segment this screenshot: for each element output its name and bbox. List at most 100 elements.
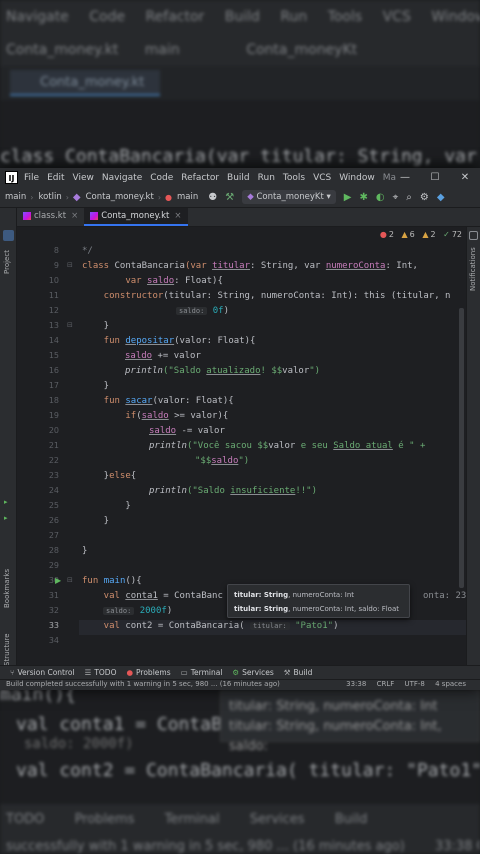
tab-label: class.kt [34,211,67,221]
code-line: if(saldo >= valor){ [82,411,228,421]
debug-icon[interactable]: ✱ [359,192,367,203]
fold-icon[interactable]: ⊟ [67,576,73,584]
profile-icon[interactable]: ⌖ [393,192,399,203]
code-line: */ [82,246,93,256]
caret-position[interactable]: 33:38 [346,680,366,688]
bg-param-popup: titular: String, numeroConta: Int titula… [220,690,480,754]
run-configuration-select[interactable]: ◆ Conta_moneyKt ▾ [242,190,336,204]
tab-conta-money-kt[interactable]: Conta_money.kt × [84,208,188,226]
hammer-icon[interactable]: ⚒ [225,192,234,203]
maximize-icon[interactable]: ☐ [420,168,450,187]
menu-refactor[interactable]: Refactor [181,173,219,183]
weak-warning-count-icon: ▲ [422,230,429,239]
code-token: : String, var [250,261,326,271]
editor-scrollbar[interactable] [459,308,464,588]
line-separator[interactable]: CRLF [377,680,395,688]
param-info-row: titular: String, numeroConta: Int [234,588,403,602]
code-token: é " + [392,441,426,451]
todo-tool[interactable]: ☰ TODO [85,668,117,677]
line-number: 26 [48,516,59,525]
branch-icon: ⑂ [10,668,15,677]
user-icon[interactable]: ⚉ [208,192,217,203]
code-token: "Pato1" [289,621,334,631]
line-number: 17 [48,381,59,390]
version-control-tool[interactable]: ⑂ Version Control [10,668,75,677]
status-message[interactable]: Build completed successfully with 1 warn… [6,680,280,688]
code-token: println [149,441,187,451]
indent-setting[interactable]: 4 spaces [435,680,466,688]
editor-gutter: 8 9 10 11 12 13 14 15 16 17 18 19 20 21 … [17,227,79,665]
code-line: println("Saldo insuficiente!!") [149,486,317,496]
bg-menu-item: Tools [327,9,363,25]
bg-menu-item: Window [431,9,480,25]
line-number: 27 [48,531,59,540]
code-line: saldo -= valor [149,426,225,436]
hammer-icon: ⚒ [283,668,291,677]
menu-run[interactable]: Run [258,173,275,183]
line-number: 20 [48,426,59,435]
code-token: ("Saldo [162,366,207,376]
breadcrumb-function[interactable]: main [177,192,198,202]
project-folder-icon[interactable] [3,230,14,241]
breadcrumb-folder[interactable]: kotlin [38,192,61,202]
project-tool-tab[interactable]: Project [3,250,11,274]
code-line: saldo += valor [125,351,201,361]
bookmarks-tool-tab[interactable]: Bookmarks [3,569,11,608]
menu-window[interactable]: Window [339,173,375,183]
fold-icon[interactable]: ⊟ [67,261,73,269]
notifications-bell-icon[interactable] [469,231,478,240]
fold-icon[interactable]: ⊟ [67,321,73,329]
code-token: 2000f [134,606,167,616]
gear-icon[interactable]: ⚙ [420,192,429,203]
terminal-tool[interactable]: ▭ Terminal [181,668,223,677]
code-token: titular [212,261,250,271]
code-token: ("Saldo [186,486,231,496]
menu-view[interactable]: View [73,173,94,183]
code-line: "$$saldo") [195,456,249,466]
code-line: fun main(){ [82,576,142,586]
code-token: ) [166,606,173,616]
search-icon[interactable]: ⌕ [406,192,412,203]
menu-build[interactable]: Build [227,173,250,183]
code-token: if [82,411,137,421]
menu-edit[interactable]: Edit [47,173,64,183]
code-token: valor [282,366,310,376]
menu-tools[interactable]: Tools [283,173,305,183]
plugin-icon[interactable]: ◆ [437,192,445,203]
tool-label: Problems [136,668,171,677]
run-icon[interactable]: ▶ [344,192,352,203]
services-tool[interactable]: ⚙ Services [232,668,273,677]
breadcrumb-file[interactable]: Conta_money.kt [86,192,154,202]
minimize-icon[interactable]: — [390,168,420,187]
build-tool[interactable]: ⚒ Build [284,668,313,677]
menu-file[interactable]: File [24,173,39,183]
problems-tool[interactable]: ● Problems [126,668,170,677]
bg-status-message: successfully with 1 warning in 5 sec, 98… [6,839,405,854]
file-encoding[interactable]: UTF-8 [404,680,424,688]
run-config-label: Conta_moneyKt [256,192,324,202]
close-tab-icon[interactable]: × [71,211,78,221]
inspection-widget[interactable]: ● 2 ▲ 6 ▲ 2 ✓ 72 [375,230,462,239]
tab-class-kt[interactable]: class.kt × [17,208,84,226]
code-token: numeroConta [325,261,386,271]
menu-navigate[interactable]: Navigate [102,173,142,183]
typo-count-icon: ✓ [443,230,450,239]
structure-tool-tab[interactable]: Structure [3,633,11,666]
menu-vcs[interactable]: VCS [313,173,331,183]
line-number: 16 [48,366,59,375]
code-line: } [82,516,110,526]
close-icon[interactable]: ✕ [450,168,480,187]
code-token: "$$ [195,456,212,466]
tool-window-bar: ⑂ Version Control ☰ TODO ● Problems ▭ Termin… [0,665,480,679]
close-tab-icon[interactable]: × [174,211,181,221]
breadcrumb-project[interactable]: main [5,192,26,202]
notifications-tool-tab[interactable]: Notifications [469,247,477,291]
coverage-icon[interactable]: ◐ [376,192,385,203]
menu-code[interactable]: Code [150,173,173,183]
tool-label: Terminal [190,668,223,677]
code-token: fun [82,336,126,346]
code-token: !!") [295,486,318,496]
run-gutter-icon[interactable]: ▶ [55,576,61,585]
line-number: 32 [48,606,59,615]
code-token: e seu [295,441,334,451]
